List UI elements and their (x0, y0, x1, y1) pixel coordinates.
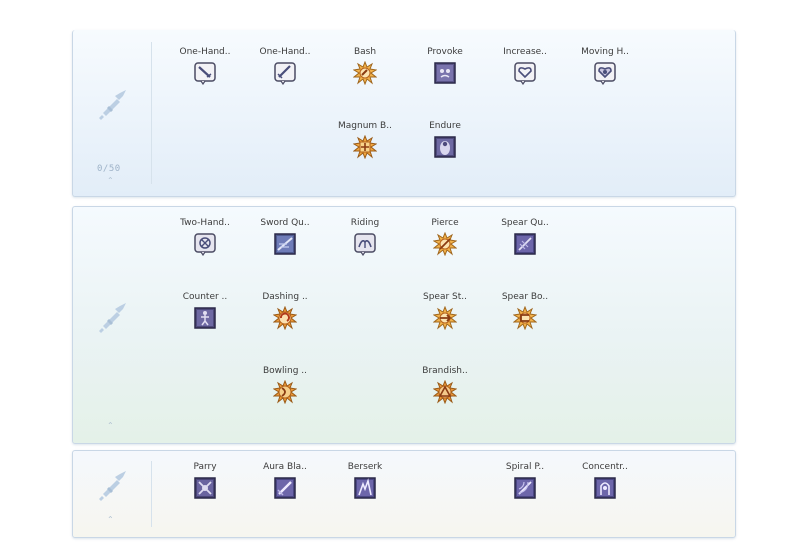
skill-pierce[interactable]: Pierce (405, 217, 485, 260)
skill-label: Magnum B.. (338, 121, 392, 131)
skill-one-hand-quicken[interactable]: One-Hand.. (245, 46, 325, 89)
sword-bubble-icon (273, 61, 297, 85)
skill-bash[interactable]: Bash (325, 46, 405, 89)
collapse-caret-icon[interactable]: ⌃ (107, 176, 114, 185)
skill-spear-quicken[interactable]: Spear Qu.. (485, 217, 565, 260)
skill-tier-1-panel: 0/50 ⌃ One-Hand.. One-Hand.. Bash Provok… (72, 30, 736, 197)
skill-label: Aura Bla.. (263, 462, 307, 472)
spear-stab-burst-icon (433, 306, 457, 330)
skill-moving-hp-recovery[interactable]: Moving H.. (565, 46, 645, 89)
skill-label: Increase.. (503, 47, 547, 57)
skill-spear-stab[interactable]: Spear St.. (405, 291, 485, 334)
skill-concentration[interactable]: Concentr.. (565, 461, 645, 504)
skill-label: Spear Bo.. (501, 292, 549, 302)
skill-label: Counter .. (182, 292, 228, 302)
skill-tier-2-panel: ⌃ Two-Hand.. Sword Qu.. Riding Pierce Sp… (72, 206, 736, 444)
panel-divider (151, 461, 152, 527)
skill-spear-boomerang[interactable]: Spear Bo.. (485, 291, 565, 334)
skill-label: Berserk (347, 462, 383, 472)
skill-label: Spiral P.. (505, 462, 545, 472)
skill-parry[interactable]: Parry (165, 461, 245, 504)
skill-label: Pierce (431, 218, 459, 228)
skill-berserk[interactable]: Berserk (325, 461, 405, 504)
skill-label: Moving H.. (581, 47, 629, 57)
skill-endure[interactable]: Endure (405, 120, 485, 163)
spear-boomerang-burst-icon (513, 306, 537, 330)
skill-magnum-break[interactable]: Magnum B.. (325, 120, 405, 163)
skill-counter-attack[interactable]: Counter .. (165, 291, 245, 334)
skill-bowling-bash[interactable]: Bowling .. (245, 365, 325, 408)
skill-sword-quicken[interactable]: Sword Qu.. (245, 217, 325, 260)
skill-two-hand-mastery[interactable]: Two-Hand.. (165, 217, 245, 260)
skill-points-counter: 0/50 (97, 164, 121, 174)
heart-bubble-icon (513, 61, 537, 85)
pierce-burst-icon (433, 232, 457, 256)
spiral-pierce-icon (513, 476, 537, 500)
sword-bubble-icon (193, 61, 217, 85)
skill-label: Sword Qu.. (260, 218, 310, 228)
brandish-burst-icon (433, 380, 457, 404)
two-hand-bubble-icon (193, 232, 217, 256)
skill-one-hand-mastery[interactable]: One-Hand.. (165, 46, 245, 89)
skill-dashing[interactable]: Dashing .. (245, 291, 325, 334)
skill-provoke[interactable]: Provoke (405, 46, 485, 89)
skill-spiral-pierce[interactable]: Spiral P.. (485, 461, 565, 504)
counter-figure-icon (193, 306, 217, 330)
bowling-bash-burst-icon (273, 380, 297, 404)
bash-burst-icon (353, 61, 377, 85)
sword-icon (95, 86, 131, 122)
parry-icon (193, 476, 217, 500)
collapse-caret-icon[interactable]: ⌃ (107, 515, 114, 524)
endure-figure-icon (433, 135, 457, 159)
skill-label: Bowling .. (262, 366, 308, 376)
skill-label: Parry (193, 462, 217, 472)
skill-increase-hp-recovery[interactable]: Increase.. (485, 46, 565, 89)
magnum-burst-icon (353, 135, 377, 159)
skill-label: Dashing .. (262, 292, 308, 302)
riding-bubble-icon (353, 232, 377, 256)
skill-label: Spear St.. (422, 292, 467, 302)
concentration-icon (593, 476, 617, 500)
aura-blade-icon (273, 476, 297, 500)
provoke-face-icon (433, 61, 457, 85)
collapse-caret-icon[interactable]: ⌃ (107, 421, 114, 430)
skill-label: One-Hand.. (179, 47, 231, 57)
panel-divider (151, 42, 152, 184)
skill-label: Concentr.. (582, 462, 628, 472)
skill-label: Two-Hand.. (180, 218, 230, 228)
skill-tier-3-panel: ⌃ Parry Aura Bla.. Berserk Spiral P.. Co… (72, 450, 736, 538)
skill-riding[interactable]: Riding (325, 217, 405, 260)
skill-aura-blade[interactable]: Aura Bla.. (245, 461, 325, 504)
skill-label: Provoke (427, 47, 463, 57)
skill-brandish-spear[interactable]: Brandish.. (405, 365, 485, 408)
dashing-burst-icon (273, 306, 297, 330)
skill-label: Endure (429, 121, 461, 131)
berserk-icon (353, 476, 377, 500)
heart-bubble-icon (593, 61, 617, 85)
sword-quicken-icon (273, 232, 297, 256)
skill-label: Spear Qu.. (501, 218, 549, 228)
skill-label: One-Hand.. (259, 47, 311, 57)
spear-quicken-icon (513, 232, 537, 256)
sword-icon (95, 467, 131, 503)
skill-label: Bash (353, 47, 377, 57)
sword-icon (95, 299, 131, 335)
skill-label: Riding (350, 218, 380, 228)
skill-label: Brandish.. (422, 366, 468, 376)
